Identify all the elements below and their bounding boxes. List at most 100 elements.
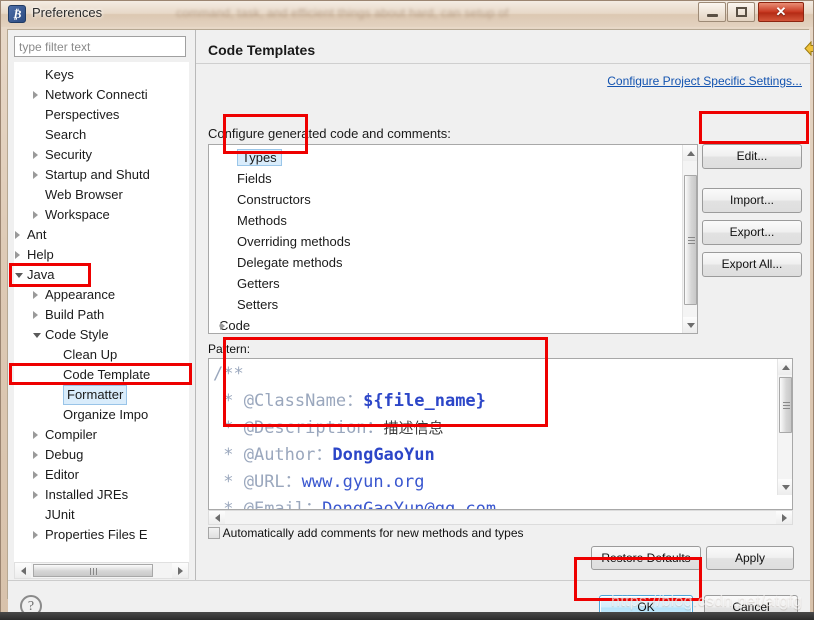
template-item-label: Delegate methods: [237, 255, 343, 270]
sidebar-item-label: Formatter: [63, 385, 128, 405]
pattern-scroll-left-button[interactable]: [209, 511, 225, 524]
sidebar-item-perspectives[interactable]: Perspectives: [15, 105, 175, 125]
sidebar-item-clean-up[interactable]: Clean Up: [15, 345, 175, 365]
minimize-button[interactable]: [698, 2, 726, 22]
sidebar-item-security[interactable]: Security: [15, 145, 175, 165]
sidebar-item-formatter[interactable]: Formatter: [15, 385, 175, 405]
template-tree[interactable]: Types Fields Constructors Methods Overriding…: [208, 144, 698, 334]
pattern-scroll-right-button[interactable]: [776, 511, 792, 524]
chevron-right-icon[interactable]: [15, 231, 20, 239]
sidebar-item-editor[interactable]: Editor: [15, 465, 175, 485]
sidebar-item-label: Code Style: [45, 327, 109, 342]
sidebar-item-label: Java: [27, 267, 55, 282]
sidebar-item-ant[interactable]: Ant: [15, 225, 175, 245]
sidebar-item-label: Workspace: [45, 207, 110, 222]
template-item-label: Fields: [237, 171, 272, 186]
sidebar-item-label: Compiler: [45, 427, 98, 442]
template-tree-list: Types Fields Constructors Methods Overriding…: [209, 145, 697, 333]
chevron-right-icon[interactable]: [220, 322, 225, 330]
pattern-scroll-thumb[interactable]: [779, 377, 792, 433]
chevron-right-icon[interactable]: [33, 471, 38, 479]
import-button[interactable]: Import...: [702, 188, 802, 213]
template-item-fields[interactable]: Fields: [209, 168, 697, 189]
chevron-right-icon[interactable]: [33, 211, 38, 219]
sidebar-item-debug[interactable]: Debug: [15, 445, 175, 465]
sidebar-item-startup-and-shutd[interactable]: Startup and Shutd: [15, 165, 175, 185]
template-scroll-up-button[interactable]: [683, 145, 697, 161]
chevron-right-icon[interactable]: [33, 431, 38, 439]
tree-scroll-right-button[interactable]: [172, 563, 188, 578]
chevron-right-icon[interactable]: [33, 451, 38, 459]
template-item-label: Getters: [237, 276, 280, 291]
pattern-scroll-up-button[interactable]: [778, 359, 792, 375]
pattern-scroll-down-button[interactable]: [778, 479, 792, 495]
template-item-label: Methods: [237, 213, 287, 228]
chevron-right-icon[interactable]: [33, 491, 38, 499]
chevron-right-icon[interactable]: [33, 531, 38, 539]
template-item-label: Types: [237, 149, 282, 166]
close-button[interactable]: ✕: [758, 2, 804, 22]
template-item-setters[interactable]: Setters: [209, 294, 697, 315]
export-all-button[interactable]: Export All...: [702, 252, 802, 277]
pattern-editor[interactable]: /** * @ClassName：${file_name} * @Descrip…: [208, 358, 793, 510]
pattern-vertical-scrollbar[interactable]: [777, 359, 792, 495]
back-arrow-icon[interactable]: [804, 40, 813, 57]
preferences-tree[interactable]: Keys Network Connecti Perspectives Search Se…: [14, 62, 189, 562]
pattern-horizontal-scrollbar[interactable]: [208, 510, 793, 525]
sidebar-item-search[interactable]: Search: [15, 125, 175, 145]
sidebar-item-workspace[interactable]: Workspace: [15, 205, 175, 225]
pattern-code-content: /** * @ClassName：${file_name} * @Descrip…: [209, 359, 792, 509]
chevron-right-icon[interactable]: [33, 171, 38, 179]
auto-comments-row[interactable]: Automatically add comments for new metho…: [208, 526, 524, 540]
sidebar-item-properties-files-e[interactable]: Properties Files E: [15, 525, 175, 545]
template-item-delegate-methods[interactable]: Delegate methods: [209, 252, 697, 273]
chevron-right-icon[interactable]: [15, 251, 20, 259]
template-vertical-scrollbar[interactable]: [682, 145, 697, 333]
template-scroll-thumb[interactable]: [684, 175, 697, 305]
restore-defaults-button[interactable]: Restore Defaults: [591, 546, 701, 570]
chevron-right-icon[interactable]: [33, 151, 38, 159]
apply-button[interactable]: Apply: [706, 546, 794, 570]
template-item-getters[interactable]: Getters: [209, 273, 697, 294]
sidebar-item-help[interactable]: Help: [15, 245, 175, 265]
sidebar-item-junit[interactable]: JUnit: [15, 505, 175, 525]
tree-hscroll-thumb[interactable]: [33, 564, 153, 577]
export-button[interactable]: Export...: [702, 220, 802, 245]
sidebar-item-compiler[interactable]: Compiler: [15, 425, 175, 445]
chevron-right-icon[interactable]: [33, 91, 38, 99]
sidebar-item-installed-jres[interactable]: Installed JREs: [15, 485, 175, 505]
template-item-constructors[interactable]: Constructors: [209, 189, 697, 210]
edit-button[interactable]: Edit...: [702, 144, 802, 169]
template-scroll-down-button[interactable]: [683, 317, 697, 333]
maximize-restore-button[interactable]: [727, 2, 755, 22]
sidebar-item-organize-impo[interactable]: Organize Impo: [15, 405, 175, 425]
template-item-code[interactable]: Code: [209, 315, 697, 333]
template-item-overriding-methods[interactable]: Overriding methods: [209, 231, 697, 252]
chevron-right-icon[interactable]: [33, 311, 38, 319]
sidebar-item-java[interactable]: Java: [15, 265, 175, 285]
sidebar-item-appearance[interactable]: Appearance: [15, 285, 175, 305]
sidebar-item-network-connecti[interactable]: Network Connecti: [15, 85, 175, 105]
filter-input[interactable]: [14, 36, 186, 57]
sidebar-item-label: Build Path: [45, 307, 105, 322]
tree-scroll-left-button[interactable]: [15, 563, 31, 578]
tree-horizontal-scrollbar[interactable]: [14, 562, 189, 579]
sidebar-item-keys[interactable]: Keys: [15, 65, 175, 85]
sidebar-item-web-browser[interactable]: Web Browser: [15, 185, 175, 205]
sidebar-item-label: Help: [27, 247, 54, 262]
sidebar-item-code-style[interactable]: Code Style: [15, 325, 175, 345]
auto-comments-checkbox[interactable]: [208, 527, 220, 539]
configure-project-specific-settings-link[interactable]: Configure Project Specific Settings...: [607, 74, 802, 88]
pattern-token: @Author: [243, 445, 316, 465]
chevron-down-icon[interactable]: [15, 273, 23, 278]
sidebar-item-build-path[interactable]: Build Path: [15, 305, 175, 325]
template-item-types[interactable]: Types: [209, 147, 697, 168]
chevron-down-icon[interactable]: [33, 333, 41, 338]
pattern-token: ：: [346, 391, 364, 411]
sidebar-item-code-template[interactable]: Code Template: [15, 365, 175, 385]
configure-label: Configure generated code and comments:: [208, 126, 451, 141]
pattern-token: www.gyun.org: [301, 472, 425, 492]
template-item-methods[interactable]: Methods: [209, 210, 697, 231]
sidebar-item-label: Security: [45, 147, 92, 162]
chevron-right-icon[interactable]: [33, 291, 38, 299]
